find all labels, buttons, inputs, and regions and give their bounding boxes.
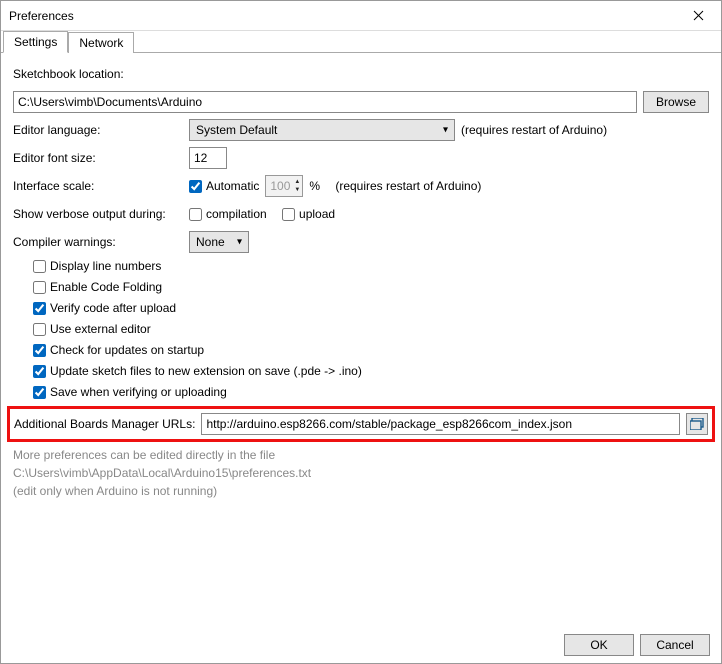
automatic-checkbox-input[interactable] bbox=[189, 180, 202, 193]
boards-urls-highlight: Additional Boards Manager URLs: bbox=[7, 406, 715, 442]
more-prefs-note: More preferences can be edited directly … bbox=[13, 448, 709, 462]
compilation-label: compilation bbox=[206, 207, 267, 221]
restart-note-1: (requires restart of Arduino) bbox=[461, 123, 607, 137]
editor-language-value: System Default bbox=[196, 123, 277, 137]
editor-font-size-label: Editor font size: bbox=[13, 151, 183, 165]
automatic-scale-checkbox[interactable]: Automatic bbox=[189, 179, 259, 193]
compilation-checkbox-input[interactable] bbox=[189, 208, 202, 221]
upload-checkbox[interactable]: upload bbox=[282, 207, 335, 221]
settings-panel: Sketchbook location: Browse Editor langu… bbox=[1, 53, 721, 508]
edit-only-note: (edit only when Arduino is not running) bbox=[13, 484, 709, 498]
sketchbook-label: Sketchbook location: bbox=[13, 67, 124, 81]
editor-language-label: Editor language: bbox=[13, 123, 183, 137]
boards-urls-label: Additional Boards Manager URLs: bbox=[14, 417, 195, 431]
boards-urls-expand-button[interactable] bbox=[686, 413, 708, 435]
tab-bar: Settings Network bbox=[1, 31, 721, 53]
tab-network[interactable]: Network bbox=[68, 32, 134, 53]
chevron-down-icon: ▾ bbox=[443, 125, 448, 136]
browse-button[interactable]: Browse bbox=[643, 91, 709, 113]
enable-code-folding-checkbox[interactable]: Enable Code Folding bbox=[33, 280, 709, 294]
verify-after-upload-checkbox[interactable]: Verify code after upload bbox=[33, 301, 709, 315]
verbose-label: Show verbose output during: bbox=[13, 207, 183, 221]
ok-button[interactable]: OK bbox=[564, 634, 634, 656]
scale-spinner: ▲▼ bbox=[265, 175, 303, 197]
interface-scale-label: Interface scale: bbox=[13, 179, 183, 193]
close-button[interactable] bbox=[676, 1, 721, 31]
restart-note-2: (requires restart of Arduino) bbox=[335, 179, 481, 193]
scale-value bbox=[266, 177, 294, 195]
display-line-numbers-checkbox[interactable]: Display line numbers bbox=[33, 259, 709, 273]
compiler-warnings-select[interactable]: None ▾ bbox=[189, 231, 249, 253]
boards-urls-input[interactable] bbox=[201, 413, 680, 435]
editor-language-select[interactable]: System Default ▾ bbox=[189, 119, 455, 141]
save-on-verify-checkbox[interactable]: Save when verifying or uploading bbox=[33, 385, 709, 399]
upload-checkbox-input[interactable] bbox=[282, 208, 295, 221]
check-updates-checkbox[interactable]: Check for updates on startup bbox=[33, 343, 709, 357]
prefs-file-path: C:\Users\vimb\AppData\Local\Arduino15\pr… bbox=[13, 466, 709, 480]
chevron-down-icon: ▾ bbox=[237, 237, 242, 248]
percent-label: % bbox=[309, 179, 320, 193]
automatic-label: Automatic bbox=[206, 179, 259, 193]
close-icon bbox=[693, 10, 704, 21]
editor-font-size-input[interactable] bbox=[189, 147, 227, 169]
window-icon bbox=[690, 418, 704, 430]
external-editor-checkbox[interactable]: Use external editor bbox=[33, 322, 709, 336]
upload-label: upload bbox=[299, 207, 335, 221]
cancel-button[interactable]: Cancel bbox=[640, 634, 710, 656]
window-title: Preferences bbox=[9, 9, 676, 23]
compiler-warnings-value: None bbox=[196, 235, 225, 249]
update-extension-checkbox[interactable]: Update sketch files to new extension on … bbox=[33, 364, 709, 378]
sketchbook-path-input[interactable] bbox=[13, 91, 637, 113]
compilation-checkbox[interactable]: compilation bbox=[189, 207, 267, 221]
dialog-footer: OK Cancel bbox=[564, 634, 710, 656]
titlebar: Preferences bbox=[1, 1, 721, 31]
tab-settings[interactable]: Settings bbox=[3, 31, 68, 53]
compiler-warnings-label: Compiler warnings: bbox=[13, 235, 183, 249]
spinner-arrows-icon: ▲▼ bbox=[294, 178, 302, 194]
